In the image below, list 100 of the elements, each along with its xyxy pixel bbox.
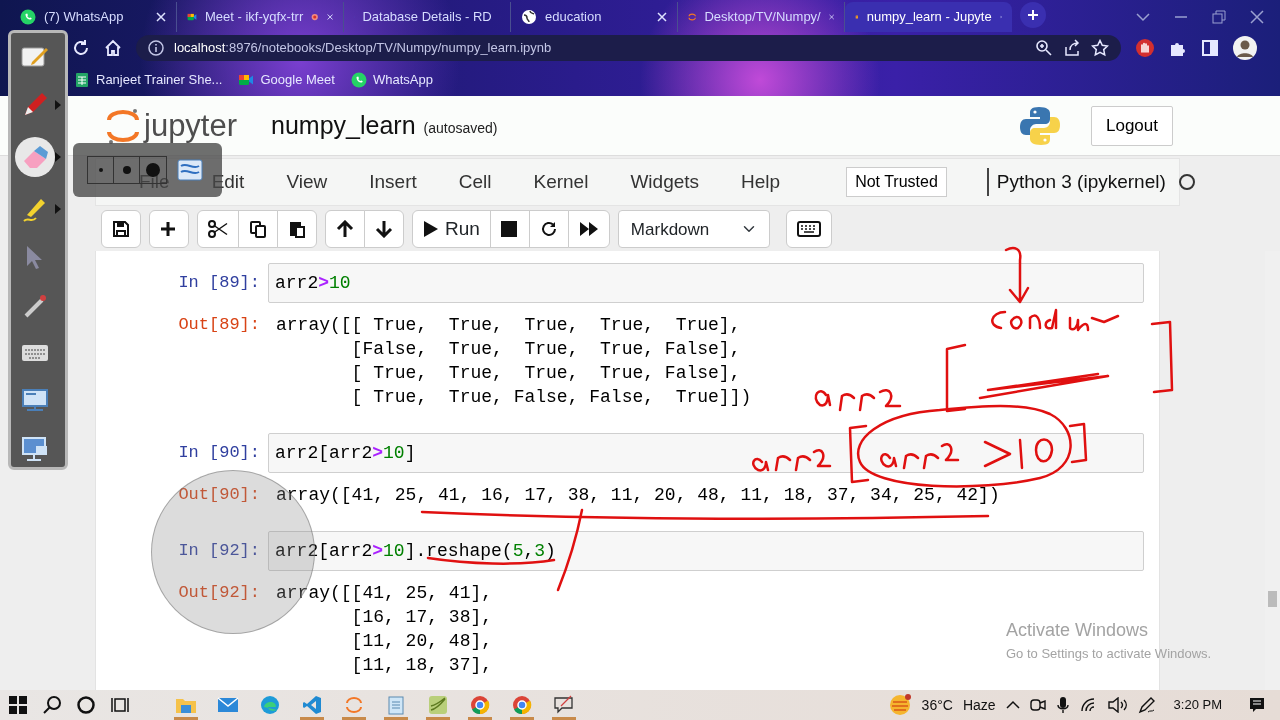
move-up-button[interactable]: [325, 210, 365, 248]
task-view-icon[interactable]: [110, 695, 130, 715]
activation-message: Go to Settings to activate Windows.: [1006, 645, 1212, 663]
spreadsheet-icon: [74, 72, 90, 88]
notification-icon[interactable]: [1248, 696, 1266, 714]
code-editor-icon: [302, 695, 322, 715]
dot-icon: [122, 166, 131, 174]
output-line: [False, True, True, True, False],: [350, 338, 742, 361]
copy-button[interactable]: [238, 210, 278, 248]
avatar-icon[interactable]: [1233, 36, 1257, 60]
chat-icon: [20, 9, 36, 25]
arrow-down-icon: [375, 220, 393, 238]
url-path: :8976/notebooks/Desktop/TV/Numpy/numpy_learn.ipynb: [225, 39, 553, 58]
stop-hand-icon[interactable]: [1135, 38, 1155, 58]
dot-icon: [146, 163, 160, 177]
paste-button[interactable]: [277, 210, 317, 248]
output-line: [11, 20, 48],: [350, 630, 493, 653]
cut-button[interactable]: [197, 210, 239, 248]
chat-icon: [350, 72, 367, 88]
notepad-icon: [387, 695, 405, 715]
code-cell[interactable]: arr2[arr2>10].reshape(5,3): [268, 531, 1144, 571]
reload-icon[interactable]: [72, 39, 90, 57]
output-line: [11, 18, 37],: [350, 654, 493, 677]
keyboard-button[interactable]: [785, 210, 832, 248]
run-button[interactable]: Run: [412, 210, 491, 248]
bookmark[interactable]: WhatsApp: [350, 70, 433, 90]
feedback-icon: [553, 695, 575, 715]
chrome-icon: [470, 695, 490, 715]
microphone-icon[interactable]: [1055, 696, 1070, 714]
output-prompt: Out[90]:: [177, 484, 261, 506]
activation-title: Activate Windows: [1006, 619, 1150, 642]
input-prompt: In [90]:: [177, 442, 261, 464]
monitor-icon: [21, 436, 49, 462]
eraser-icon: [21, 143, 49, 171]
keyboard-icon: [796, 221, 821, 237]
output-line: array([[41, 25, 41],: [276, 582, 493, 605]
output-line: [ True, True, True, True, False],: [350, 362, 742, 385]
fast-forward-button[interactable]: [567, 210, 610, 248]
caret-icon[interactable]: [55, 100, 61, 110]
video-camera-icon: [238, 72, 255, 88]
temperature: 36°C: [921, 695, 953, 715]
restart-button[interactable]: [528, 210, 569, 248]
input-prompt: In [92]:: [177, 540, 261, 562]
menu-item[interactable]: Cell: [437, 167, 513, 197]
cell-type-select[interactable]: Markdown: [617, 210, 770, 248]
address-bar[interactable]: localhost:8976/notebooks/Desktop/TV/Numpy/numpy_learn.ipynb: [136, 35, 1121, 61]
fast-forward-icon: [578, 221, 599, 237]
zoom-icon[interactable]: [1035, 39, 1053, 57]
menu-item[interactable]: Help: [720, 167, 802, 197]
output-prompt: Out[89]:: [177, 314, 261, 336]
browser-tab[interactable]: Database Details - RD: [344, 2, 511, 32]
scrollbar-thumb[interactable]: [1268, 591, 1277, 607]
info-icon[interactable]: [148, 40, 164, 56]
speaker-icon[interactable]: [1107, 697, 1128, 713]
output-line: array([[ True, True, True, True, True],: [276, 314, 742, 337]
play-icon: [423, 220, 439, 238]
code-cell[interactable]: arr2>10: [268, 263, 1144, 303]
clock[interactable]: 3:20 PM: [1173, 695, 1222, 715]
home-icon[interactable]: [104, 39, 122, 57]
circle-icon[interactable]: [76, 695, 96, 715]
arrow-up-icon: [336, 220, 354, 238]
chevron-up-icon[interactable]: [1005, 700, 1020, 710]
windows-start-icon[interactable]: [8, 695, 28, 715]
save-button[interactable]: [101, 210, 141, 248]
code-cell[interactable]: arr2[arr2>10]: [268, 433, 1144, 473]
browser-tab[interactable]: education: [511, 2, 678, 32]
browser-tab[interactable]: numpy_learn - Jupyte: [845, 2, 1012, 32]
annotation-tool[interactable]: [15, 137, 55, 177]
move-down-button[interactable]: [364, 210, 404, 248]
caret-icon[interactable]: [55, 204, 61, 214]
brush-settings-icon[interactable]: [177, 158, 205, 182]
output-line: array([41, 25, 41, 16, 17, 38, 11, 20, 48, 11, 18, 37, 34, 25, 42]): [276, 484, 1000, 507]
browser-tab[interactable]: Meet - ikf-yqfx-trr: [177, 2, 344, 32]
bookmark[interactable]: Google Meet: [238, 70, 335, 90]
input-prompt: In [89]:: [177, 272, 261, 294]
ink-bracket: [848, 424, 870, 484]
share-icon[interactable]: [1063, 39, 1081, 57]
logout-button[interactable]: Logout: [1091, 105, 1173, 146]
keyboard-icon: [21, 343, 49, 363]
pen-icon[interactable]: [1137, 696, 1156, 714]
menu-item[interactable]: Widgets: [609, 167, 721, 197]
menu-item[interactable]: Insert: [348, 167, 438, 197]
camera-icon[interactable]: [1029, 696, 1046, 714]
python-logo-icon: [1019, 104, 1061, 147]
menu-item[interactable]: Kernel: [512, 167, 610, 197]
bookmark[interactable]: Ranjeet Trainer She...: [74, 70, 223, 90]
notebook-title[interactable]: numpy_learn: [271, 106, 416, 145]
weather-icon[interactable]: [887, 693, 912, 717]
search-icon[interactable]: [42, 695, 62, 715]
menu-item[interactable]: View: [265, 167, 349, 197]
save-status: (autosaved): [423, 119, 498, 138]
star-icon[interactable]: [1091, 39, 1109, 57]
logo-text: jupyter: [144, 110, 238, 141]
add-cell-button[interactable]: [149, 210, 189, 248]
new-tab-button[interactable]: [1020, 2, 1046, 28]
restore-icon[interactable]: [1212, 10, 1226, 24]
trust-button[interactable]: Not Trusted: [846, 167, 947, 197]
chevron-down-icon[interactable]: [1136, 12, 1150, 22]
sidebar-icon[interactable]: [1201, 39, 1219, 57]
stop-button[interactable]: [489, 210, 530, 248]
